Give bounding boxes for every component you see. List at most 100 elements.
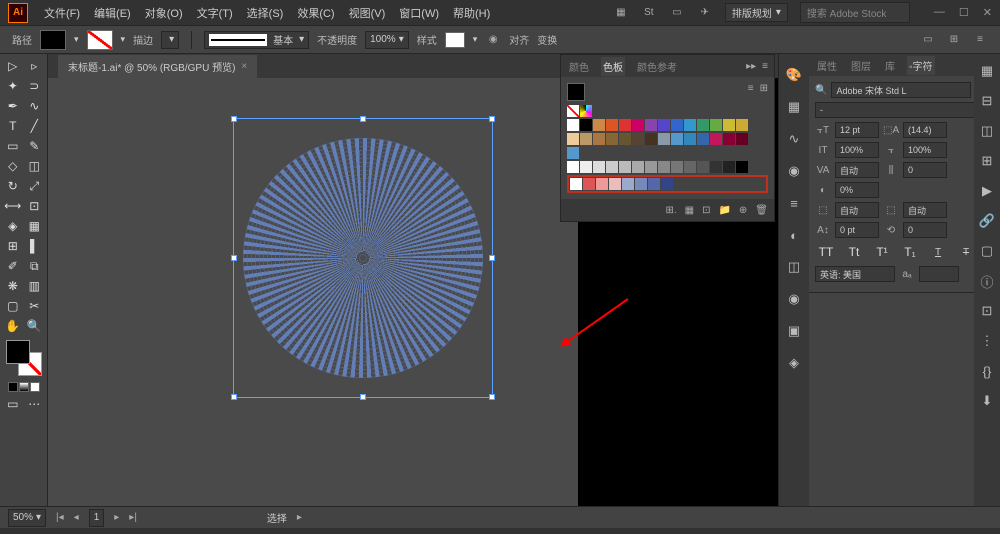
- free-transform-tool[interactable]: ⊡: [24, 196, 46, 216]
- swatch[interactable]: [632, 133, 644, 145]
- swatch[interactable]: [723, 161, 735, 173]
- list-view-icon[interactable]: ≡: [748, 83, 754, 101]
- links-icon[interactable]: 🔗: [978, 212, 996, 230]
- hand-tool[interactable]: ✋: [2, 316, 24, 336]
- asset-export-icon[interactable]: ⬇: [978, 392, 996, 410]
- handle-tr[interactable]: [489, 116, 495, 122]
- swatch[interactable]: [567, 161, 579, 173]
- swatch[interactable]: [619, 119, 631, 131]
- scale-tool[interactable]: ⤢: [24, 176, 46, 196]
- tab-libraries[interactable]: 库: [883, 56, 897, 75]
- swatch[interactable]: [619, 161, 631, 173]
- stroke-width-dropdown[interactable]: ▾: [161, 31, 179, 49]
- document-tab[interactable]: 末标题-1.ai* @ 50% (RGB/GPU 预览) ×: [58, 55, 257, 78]
- tracking-input[interactable]: [903, 162, 947, 178]
- collapse-icon[interactable]: ▸▸: [746, 61, 756, 72]
- swatch[interactable]: [710, 119, 722, 131]
- shaper-tool[interactable]: ◇: [2, 156, 24, 176]
- swatch-registration[interactable]: [580, 105, 592, 117]
- gradient-panel-icon[interactable]: ◐: [785, 226, 803, 244]
- menu-help[interactable]: 帮助(H): [447, 3, 496, 23]
- color-panel-icon[interactable]: 🎨: [785, 66, 803, 84]
- handle-tm[interactable]: [360, 116, 366, 122]
- swatches-panel-icon[interactable]: ▦: [785, 98, 803, 116]
- type-tool[interactable]: T: [2, 116, 24, 136]
- language-dropdown[interactable]: [815, 266, 895, 282]
- screen-mode-tool[interactable]: ▭: [2, 394, 24, 414]
- graphic-styles-panel-icon[interactable]: ▣: [785, 322, 803, 340]
- layout-dropdown[interactable]: 排版规划▾: [725, 3, 788, 22]
- next-icon[interactable]: ▸: [114, 512, 119, 523]
- css-icon[interactable]: {}: [978, 362, 996, 380]
- swatch[interactable]: [736, 133, 748, 145]
- handle-ml[interactable]: [231, 255, 237, 261]
- transform-label[interactable]: 变换: [537, 32, 557, 47]
- info-icon[interactable]: ⓘ: [978, 272, 996, 290]
- maximize-button[interactable]: ☐: [959, 6, 969, 19]
- swatch[interactable]: [632, 119, 644, 131]
- perspective-tool[interactable]: ▦: [24, 216, 46, 236]
- pathfinder-icon[interactable]: ◫: [978, 122, 996, 140]
- swatch[interactable]: [593, 119, 605, 131]
- swatch[interactable]: [697, 119, 709, 131]
- swatch-libraries-icon[interactable]: ⊞.: [665, 205, 676, 216]
- hscale-input[interactable]: [903, 142, 947, 158]
- swatch[interactable]: [697, 161, 709, 173]
- graph-tool[interactable]: ▥: [24, 276, 46, 296]
- current-swatch[interactable]: [567, 83, 585, 101]
- zoom-tool[interactable]: 🔍: [24, 316, 46, 336]
- new-group-icon[interactable]: 📁: [718, 205, 730, 216]
- swatch[interactable]: [684, 133, 696, 145]
- transparency-panel-icon[interactable]: ◫: [785, 258, 803, 276]
- swatch[interactable]: [606, 161, 618, 173]
- opt-icon1[interactable]: ▭: [920, 32, 936, 48]
- swatch[interactable]: [671, 133, 683, 145]
- send-icon[interactable]: ✈: [697, 5, 713, 21]
- auto-input2[interactable]: [903, 202, 947, 218]
- swatch[interactable]: [635, 178, 647, 190]
- swatch[interactable]: [723, 133, 735, 145]
- opt-icon2[interactable]: ⊞: [946, 32, 962, 48]
- smallcaps-button[interactable]: Tt: [843, 242, 865, 262]
- handle-bm[interactable]: [360, 394, 366, 400]
- tab-properties[interactable]: 属性: [815, 56, 839, 75]
- opt-menu-icon[interactable]: ≡: [972, 32, 988, 48]
- eyedropper-tool[interactable]: ✐: [2, 256, 24, 276]
- magic-wand-tool[interactable]: ✦: [2, 76, 24, 96]
- prev-icon[interactable]: ◂: [74, 512, 79, 523]
- swatch[interactable]: [645, 161, 657, 173]
- swatch[interactable]: [606, 119, 618, 131]
- swatch[interactable]: [710, 133, 722, 145]
- char-opacity-input[interactable]: [835, 182, 879, 198]
- selection-bounds[interactable]: [233, 118, 493, 398]
- menu-window[interactable]: 窗口(W): [393, 3, 445, 23]
- swatch[interactable]: [671, 161, 683, 173]
- auto-input1[interactable]: [835, 202, 879, 218]
- tab-layers[interactable]: 图层: [849, 56, 873, 75]
- direct-selection-tool[interactable]: ▹: [24, 56, 46, 76]
- paintbrush-tool[interactable]: ✎: [24, 136, 46, 156]
- swatch[interactable]: [583, 178, 595, 190]
- status-menu-icon[interactable]: ▸: [297, 512, 302, 523]
- swatch[interactable]: [632, 161, 644, 173]
- artboard-tool[interactable]: ▢: [2, 296, 24, 316]
- slice-tool[interactable]: ✂: [24, 296, 46, 316]
- properties-icon[interactable]: ▦: [978, 62, 996, 80]
- superscript-button[interactable]: T¹: [871, 242, 893, 262]
- tab-color-guide[interactable]: 颜色参考: [635, 57, 679, 76]
- handle-mr[interactable]: [489, 255, 495, 261]
- rotation-input[interactable]: [903, 222, 947, 238]
- swatch[interactable]: [736, 119, 748, 131]
- rotate-tool[interactable]: ↻: [2, 176, 24, 196]
- swatch[interactable]: [596, 178, 608, 190]
- swatch[interactable]: [567, 119, 579, 131]
- swatch[interactable]: [645, 119, 657, 131]
- swatch[interactable]: [736, 161, 748, 173]
- symbol-sprayer-tool[interactable]: ❋: [2, 276, 24, 296]
- leading-input[interactable]: [903, 122, 947, 138]
- swatch[interactable]: [593, 161, 605, 173]
- tab-swatches[interactable]: 色板: [601, 57, 625, 76]
- baseline-shift-input[interactable]: [835, 222, 879, 238]
- appearance-panel-icon[interactable]: ◉: [785, 290, 803, 308]
- close-button[interactable]: ✕: [983, 6, 992, 19]
